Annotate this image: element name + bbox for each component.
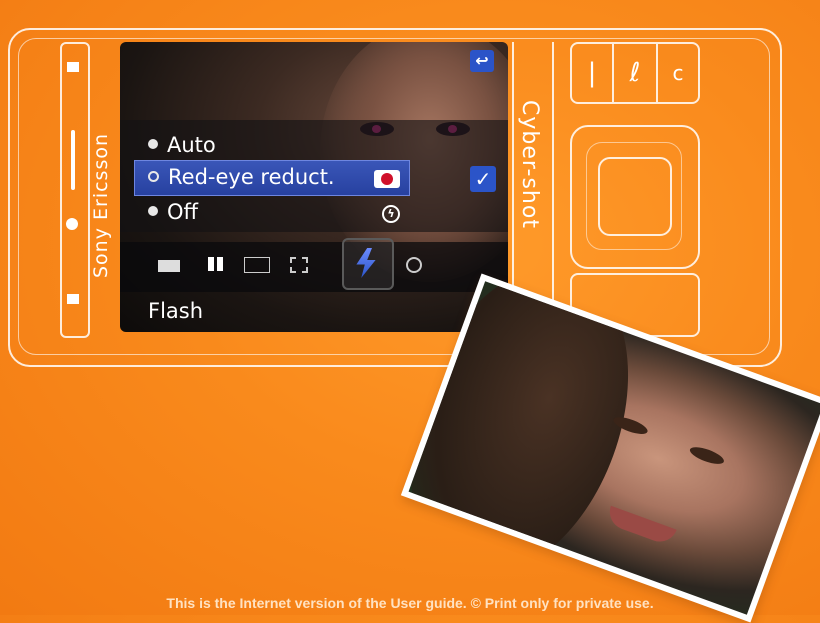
brand-label: Sony Ericsson <box>90 132 112 278</box>
confirm-check-icon[interactable]: ✓ <box>470 166 496 192</box>
flash-off-icon: ϟ <box>382 205 400 223</box>
self-timer-icon[interactable] <box>406 257 422 273</box>
footer-notice: This is the Internet version of the User… <box>166 595 654 611</box>
photo-smile <box>604 505 677 547</box>
volume-key[interactable] <box>71 130 75 190</box>
camera-key[interactable] <box>66 218 78 230</box>
camera-viewfinder-screen: Auto Red-eye reduct. Off ϟ ↩ ✓ Flash <box>120 42 508 332</box>
scenes-icon[interactable] <box>208 257 224 271</box>
radio-selected-icon <box>148 170 159 182</box>
activity-key-icon[interactable]: | <box>572 44 612 102</box>
radio-dot-icon <box>148 206 158 216</box>
flash-option-off[interactable]: Off <box>148 197 198 227</box>
gallery-key-icon[interactable] <box>67 294 79 304</box>
red-eye-icon <box>374 170 400 188</box>
photo-right-eye <box>687 443 726 468</box>
flash-option-auto[interactable]: Auto <box>148 130 216 160</box>
back-icon[interactable]: ↩ <box>470 50 494 72</box>
radio-dot-icon <box>148 139 158 149</box>
toolbar-selected-label: Flash <box>148 299 204 323</box>
soft-key-row: | ℓ c <box>570 42 700 104</box>
flash-option-red-eye[interactable]: Red-eye reduct. <box>148 162 335 192</box>
menu-key-icon[interactable] <box>67 62 79 72</box>
call-key-icon[interactable]: ℓ <box>614 44 656 102</box>
navigation-center-key[interactable] <box>598 157 672 236</box>
picture-size-5mp-icon[interactable] <box>244 257 270 273</box>
focus-icon[interactable] <box>290 257 308 273</box>
shoot-mode-icon[interactable] <box>158 260 180 272</box>
clear-key-icon[interactable]: c <box>658 44 698 102</box>
